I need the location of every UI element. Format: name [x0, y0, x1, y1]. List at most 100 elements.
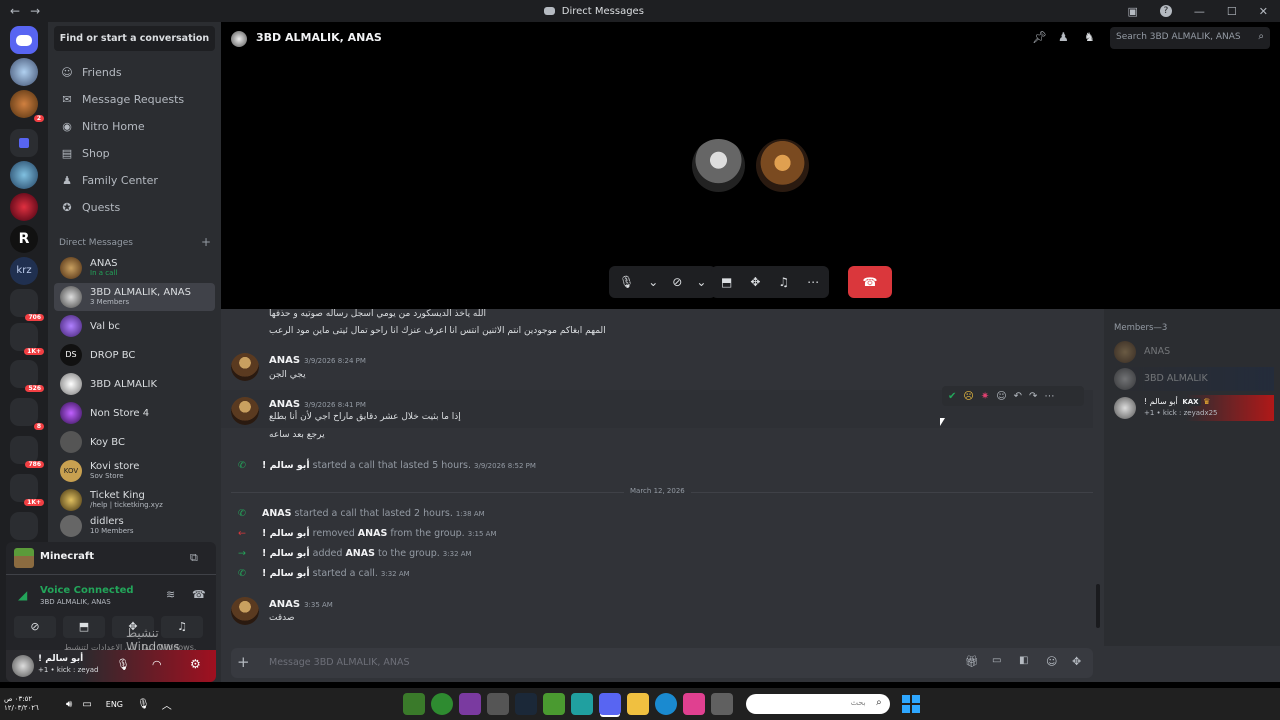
member-list-icon[interactable]: ♞ [1084, 30, 1095, 44]
server-folder-icon[interactable] [10, 512, 38, 540]
microphone-tray-icon[interactable]: 🎙︎ [137, 699, 150, 710]
dm-item[interactable]: Koy BC [54, 428, 215, 456]
server-folder-icon[interactable]: 786 [10, 436, 44, 468]
dm-item[interactable]: Ticket King/help | ticketking.xyz [54, 486, 215, 514]
copilot-app-icon[interactable] [682, 693, 705, 715]
help-icon[interactable]: ? [1159, 5, 1172, 17]
pin-icon[interactable]: 📌︎ [1032, 30, 1047, 44]
screenshare-icon[interactable]: ⬒ [721, 275, 732, 289]
dm-item[interactable]: didlers 10 Members [54, 515, 215, 537]
party-reaction-icon[interactable]: ✷ [981, 391, 989, 402]
server-icon[interactable]: 2 [10, 90, 44, 122]
participant-avatar[interactable] [692, 139, 745, 192]
sticker-icon[interactable]: ◧ [1019, 655, 1028, 666]
server-folder-icon[interactable]: 706 [10, 289, 44, 321]
soundboard-icon[interactable]: ♫ [778, 275, 789, 289]
server-icon[interactable] [10, 193, 38, 221]
app-icon[interactable] [458, 693, 481, 715]
more-icon[interactable]: ⋯ [1044, 391, 1054, 402]
check-reaction-icon[interactable]: ✔ [948, 391, 956, 402]
avatar[interactable] [231, 353, 259, 381]
message-author[interactable]: ANAS [269, 599, 300, 610]
gif-icon[interactable]: ▭ [992, 655, 1001, 666]
close-button[interactable]: ✕ [1259, 5, 1268, 18]
clock[interactable]: ٠٣:٥٢ ص ١٢/٠٣/٢٠٢٦ [0, 695, 60, 713]
emoji-reaction-icon[interactable]: ☹ [963, 391, 973, 402]
scrollbar[interactable] [1096, 584, 1100, 628]
home-discord-icon[interactable] [10, 26, 38, 54]
screenshare-button[interactable]: ⬒ [63, 616, 105, 638]
avatar[interactable] [12, 655, 34, 677]
dm-item[interactable]: Non Store 4 [54, 399, 215, 427]
app-icon[interactable] [570, 693, 593, 715]
speaker-icon[interactable]: 🔊︎ [66, 699, 72, 710]
headphones-icon[interactable]: ◠ [152, 658, 162, 671]
apps-icon[interactable]: ✥ [1072, 655, 1081, 668]
emoji-icon[interactable]: ☺ [1046, 655, 1057, 668]
minimize-button[interactable]: — [1194, 5, 1205, 18]
dm-item[interactable]: 3BD ALMALIK [54, 370, 215, 398]
member-item[interactable]: ANAS [1114, 341, 1274, 363]
server-icon[interactable]: R [10, 225, 38, 253]
disconnect-icon[interactable]: ☎ [192, 588, 206, 601]
microphone-icon[interactable]: 🎙︎ [619, 275, 634, 289]
server-folder-icon[interactable]: 526 [10, 360, 44, 392]
dm-item[interactable]: Val bc [54, 312, 215, 340]
server-icon[interactable] [10, 58, 38, 86]
nav-family-center[interactable]: ♟ Family Center [54, 168, 215, 192]
nav-nitro-home[interactable]: ◉ Nitro Home [54, 114, 215, 138]
message-author[interactable]: ANAS [269, 399, 300, 410]
forward-icon[interactable]: ↷ [1029, 391, 1037, 402]
xbox-app-icon[interactable] [430, 693, 453, 715]
forward-icon[interactable]: → [30, 4, 40, 18]
reply-icon[interactable]: ↶ [1014, 391, 1022, 402]
microphone-icon[interactable]: 🎙︎ [116, 658, 130, 671]
nav-quests[interactable]: ✪ Quests [54, 195, 215, 219]
avatar[interactable] [231, 397, 259, 425]
member-item[interactable]: ! أبو سالم KAX ♛ +1 • kick : zeyadx25 [1114, 395, 1274, 421]
language-indicator[interactable]: ENG [106, 700, 123, 709]
minecraft-app-icon[interactable] [402, 693, 425, 715]
message-author[interactable]: ANAS [269, 355, 300, 366]
camera-off-icon[interactable]: ⊘ [672, 275, 682, 289]
chevron-down-icon[interactable]: ⌄ [648, 275, 658, 289]
discord-app-icon[interactable] [598, 693, 621, 715]
nav-message-requests[interactable]: ✉ Message Requests [54, 87, 215, 111]
dm-item[interactable]: DS DROP BC [54, 341, 215, 369]
dm-item[interactable]: KOV Kovi store Sov Store [54, 457, 215, 485]
back-icon[interactable]: ← [10, 4, 20, 18]
voice-status[interactable]: Voice Connected [40, 585, 134, 596]
find-conversation-button[interactable]: Find or start a conversation [54, 26, 215, 51]
nav-shop[interactable]: ▤ Shop [54, 141, 215, 165]
user-name[interactable]: ! أبو سالم [38, 654, 83, 664]
settings-gear-icon[interactable]: ⚙ [190, 657, 201, 671]
more-icon[interactable]: ⋯ [807, 275, 819, 289]
app-icon[interactable] [486, 693, 509, 715]
member-item[interactable]: 3BD ALMALIK [1114, 367, 1274, 391]
dm-item[interactable]: ANAS In a call [54, 254, 215, 282]
windows-start-icon[interactable] [901, 695, 920, 713]
dm-item-selected[interactable]: 3BD ALMALIK, ANAS 3 Members [54, 283, 215, 311]
create-dm-button[interactable]: + [201, 236, 211, 248]
stream-icon[interactable]: ⧉ [190, 551, 198, 565]
network-icon[interactable]: ▭ [82, 699, 91, 710]
file-explorer-icon[interactable] [626, 693, 649, 715]
voice-channel[interactable]: 3BD ALMALIK, ANAS [40, 598, 111, 606]
add-reaction-icon[interactable]: ☺ [996, 391, 1006, 402]
server-folder-icon[interactable]: 8 [10, 398, 44, 430]
message-composer[interactable]: + Message 3BD ALMALIK, ANAS 🎁︎ ▭ ◧ ☺ ✥ [231, 648, 1093, 678]
app-icon[interactable] [542, 693, 565, 715]
noise-suppression-icon[interactable]: ≋ [166, 588, 175, 601]
app-icon[interactable] [710, 693, 733, 715]
activities-icon[interactable]: ✥ [750, 275, 760, 289]
folder-icon[interactable] [10, 129, 38, 157]
hang-up-button[interactable]: ☎ [848, 266, 892, 298]
server-folder-icon[interactable]: 1K+ [10, 474, 44, 506]
avatar[interactable] [231, 597, 259, 625]
steam-app-icon[interactable] [514, 693, 537, 715]
server-icon[interactable] [10, 161, 38, 189]
server-folder-icon[interactable]: 1K+ [10, 323, 44, 355]
tray-expand-icon[interactable]: ︿ [162, 697, 172, 712]
taskbar-search[interactable]: بحث ⌕ [745, 694, 890, 714]
chevron-down-icon[interactable]: ⌄ [696, 275, 706, 289]
